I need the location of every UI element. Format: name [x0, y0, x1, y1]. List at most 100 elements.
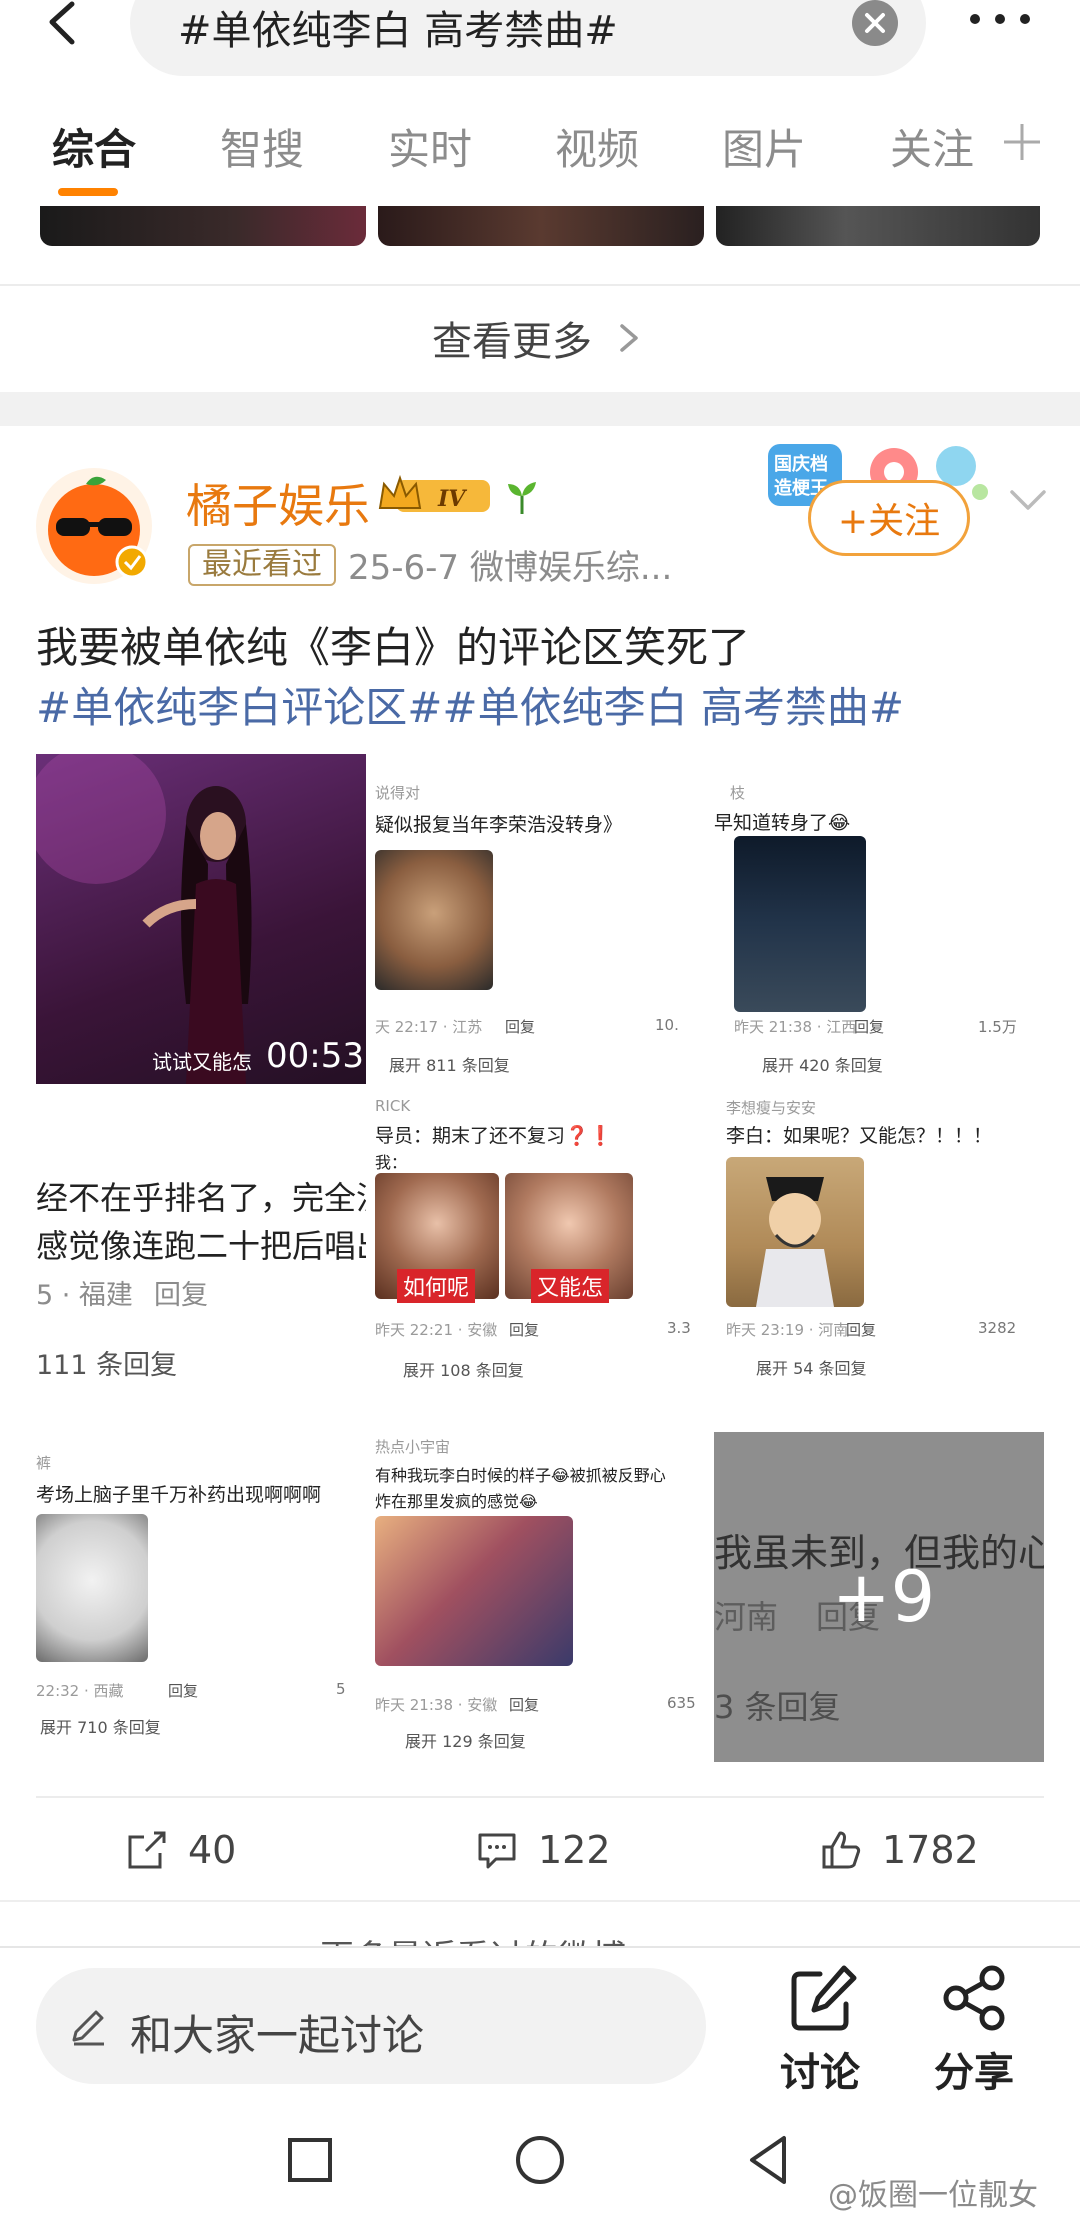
reply-link[interactable]: 回复: [509, 1694, 539, 1715]
repost-button[interactable]: 40: [124, 1820, 236, 1880]
share-label: 分享: [934, 2050, 1014, 2096]
more-options-button[interactable]: [965, 4, 1035, 34]
tab-realtime[interactable]: 实时: [388, 116, 472, 177]
comment-screenshot[interactable]: 热点小宇宙 有种我玩李白时候的样子😂被抓被反野心 炸在那里发疯的感觉😂 昨天 2…: [375, 1432, 705, 1762]
comment-user: 热点小宇宙: [375, 1438, 451, 1456]
reply-link[interactable]: 回复: [154, 1273, 208, 1312]
back-button[interactable]: [38, 0, 88, 50]
comment-user: 枝: [730, 784, 746, 802]
comment-screenshot[interactable]: 枝 早知道转身了😂 昨天 21:38 · 江西 回复 1.5万 展开 420 条…: [714, 754, 1044, 1084]
tab-bar: 综合 智搜 实时 视频 图片 关注: [0, 110, 1080, 206]
result-image[interactable]: [716, 206, 1040, 246]
reply-link[interactable]: 回复: [505, 1016, 535, 1037]
result-image[interactable]: [40, 206, 366, 246]
post-body: 我要被单依纯《李白》的评论区笑死了: [36, 623, 751, 672]
vip-level-badge: IV: [376, 472, 494, 518]
add-tab-button[interactable]: [1000, 120, 1044, 164]
orange-sunglasses-avatar-icon: [48, 476, 149, 579]
post-menu-button[interactable]: [1006, 482, 1050, 518]
recently-viewed-tag: 最近看过: [188, 544, 336, 586]
chevron-right-icon: [620, 324, 638, 352]
tab-video[interactable]: 视频: [555, 116, 639, 177]
author-avatar[interactable]: [36, 468, 152, 584]
back-nav-button[interactable]: [740, 2130, 800, 2190]
author-name[interactable]: 橘子娱乐: [186, 470, 370, 536]
comment-user: 裤: [36, 1454, 52, 1472]
follow-button[interactable]: +关注: [808, 480, 970, 556]
plus-icon: [1004, 124, 1040, 160]
expand-replies[interactable]: 展开 811 条回复: [389, 1052, 510, 1076]
home-button[interactable]: [510, 2130, 570, 2190]
reply-link[interactable]: 回复: [846, 1319, 876, 1340]
svg-text:国庆档: 国庆档: [774, 453, 828, 475]
comment-meta: 昨天 21:38 · 安徽: [375, 1696, 498, 1714]
divider: [0, 1900, 1080, 1902]
tab-smart-search[interactable]: 智搜: [220, 116, 304, 177]
libai-portrait: [726, 1157, 864, 1307]
comment-text: 我：: [375, 1153, 408, 1172]
comment-screenshot[interactable]: 经不在乎排名了，完全沉 感觉像连跑二十把后唱出 5 · 福建 回复 111 条回…: [36, 1093, 366, 1423]
comment-screenshot[interactable]: 说得对 疑似报复当年李荣浩没转身》 天 22:17 · 江苏 回复 10. 展开…: [375, 754, 705, 1084]
reply-link[interactable]: 回复: [168, 1680, 198, 1701]
meme-face-photo: [36, 1514, 148, 1662]
expand-replies[interactable]: 展开 129 条回复: [405, 1728, 526, 1752]
watermark: @饭圈一位靓女: [828, 2178, 1038, 2213]
close-icon: [865, 13, 885, 33]
comment-input[interactable]: 和大家一起讨论: [36, 1968, 706, 2084]
tab-images[interactable]: 图片: [722, 116, 806, 177]
video-caption: 试试又能怎: [152, 1050, 252, 1074]
like-count: 3282: [978, 1319, 1017, 1337]
bottom-bar: 和大家一起讨论 讨论 分享: [0, 1946, 1080, 2096]
discuss-button[interactable]: 讨论: [760, 1960, 880, 2096]
like-button[interactable]: 1782: [818, 1820, 979, 1880]
video-thumbnail[interactable]: 试试又能怎 00:53: [36, 754, 366, 1084]
see-more-button[interactable]: 查看更多: [0, 288, 1080, 388]
comment-screenshot[interactable]: 李想瘦与安安 李白：如果呢？又能怎？！！！ 昨天 23:19 · 河南 回复 3…: [714, 1093, 1044, 1423]
more-dots-icon: [970, 14, 1030, 24]
reply-link[interactable]: 回复: [509, 1319, 539, 1340]
expand-replies[interactable]: 展开 710 条回复: [40, 1714, 161, 1738]
expand-replies[interactable]: 展开 108 条回复: [403, 1357, 524, 1381]
expand-replies[interactable]: 展开 420 条回复: [762, 1052, 883, 1076]
like-count: 10.: [655, 1016, 679, 1034]
search-input[interactable]: #单依纯李白 高考禁曲#: [130, 0, 926, 76]
result-image[interactable]: [378, 206, 704, 246]
comment-icon: [478, 1833, 516, 1869]
like-count: 1782: [882, 1828, 979, 1872]
comment-text: 李白：如果呢？又能怎？！！！: [726, 1125, 993, 1147]
comment-screenshot[interactable]: RICK 导员：期末了还不复习❓❗ 我： 如何呢 又能怎 昨天 22:21 · …: [375, 1093, 705, 1423]
comment-user: 说得对: [375, 784, 421, 802]
game-character-photo: [375, 1516, 573, 1666]
share-nodes-icon: [943, 1965, 1005, 2031]
comment-meta: 天 22:17 · 江苏: [375, 1018, 483, 1036]
comment-meta: 昨天 23:19 · 河南: [726, 1321, 849, 1339]
comment-user: RICK: [375, 1097, 411, 1115]
comment-button[interactable]: 122: [474, 1820, 611, 1880]
comment-screenshot[interactable]: 裤 考场上脑子里千万补药出现啊啊啊 22:32 · 西藏 回复 5 展开 710…: [36, 1432, 366, 1762]
tab-following[interactable]: 关注: [890, 116, 974, 177]
post-hashtags[interactable]: #单依纯李白评论区##单依纯李白 高考禁曲#: [36, 674, 904, 735]
comment-meta: 22:32 · 西藏: [36, 1682, 124, 1700]
photo-label: 又能怎: [531, 1269, 610, 1303]
comment-meta: 河南: [714, 1598, 779, 1636]
more-images-overlay[interactable]: 我虽未到，但我的心 河南 回复 3 条回复 +9: [714, 1432, 1044, 1762]
divider: [0, 284, 1080, 286]
share-arrow-icon: [128, 1831, 166, 1869]
previous-result-images: [0, 206, 1080, 248]
share-button[interactable]: 分享: [914, 1960, 1034, 2096]
search-query: #单依纯李白 高考禁曲#: [178, 8, 618, 54]
recent-apps-button[interactable]: [280, 2130, 340, 2190]
comment-text: 感觉像连跑二十把后唱出: [36, 1227, 366, 1265]
more-images-count: +9: [832, 1556, 936, 1638]
expand-replies[interactable]: 展开 54 条回复: [756, 1355, 867, 1379]
like-count: 635: [667, 1694, 696, 1712]
reply-link[interactable]: 回复: [854, 1016, 884, 1037]
clear-search-button[interactable]: [852, 0, 898, 46]
tab-comprehensive[interactable]: 综合: [52, 116, 136, 177]
square-icon: [288, 2138, 332, 2182]
comment-text: 导员：期末了还不复习❓❗: [375, 1125, 613, 1147]
expand-replies: 3 条回复: [714, 1688, 841, 1726]
comment-text: 考场上脑子里千万补药出现啊啊啊: [36, 1484, 322, 1506]
discuss-label: 讨论: [780, 2050, 860, 2096]
expand-replies[interactable]: 111 条回复: [36, 1343, 177, 1382]
